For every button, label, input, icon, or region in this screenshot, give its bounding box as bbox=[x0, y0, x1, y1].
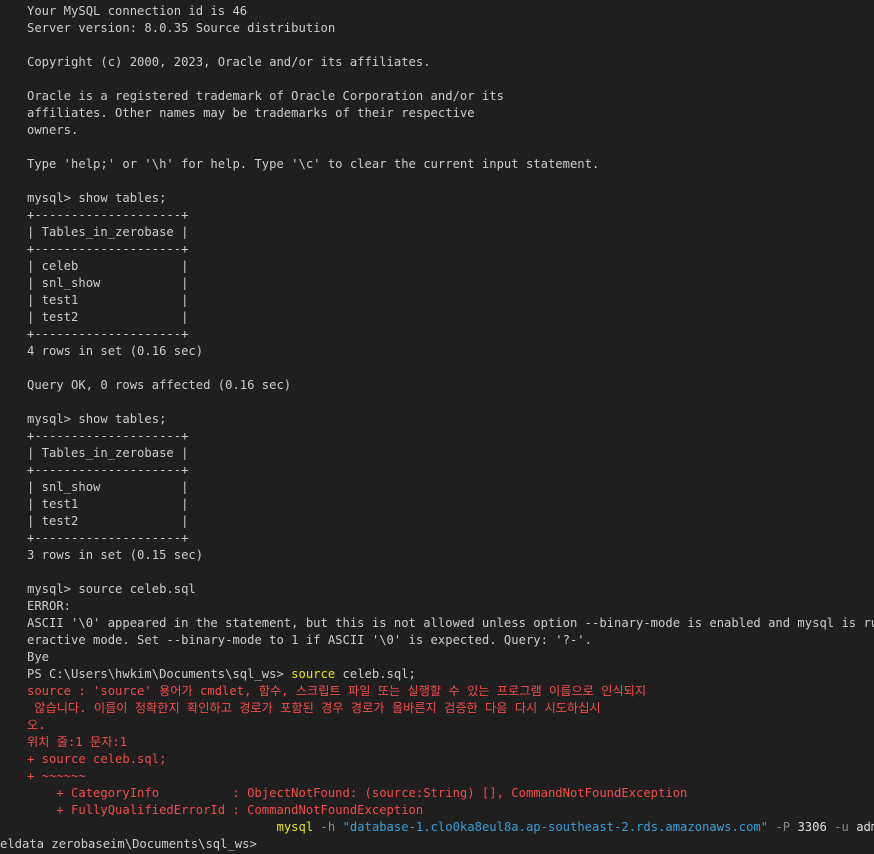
mysql-program: mysql bbox=[276, 820, 314, 834]
banner-line: Type 'help;' or '\h' for help. Type '\c'… bbox=[27, 157, 600, 171]
host-string: "database-1.clo0ka8eul8a.ap-southeast-2.… bbox=[342, 820, 769, 834]
error-line: 않습니다. 이름이 정확한지 확인하고 경로가 포함된 경우 경로가 올바른지 … bbox=[27, 701, 601, 715]
error-line: + ~~~~~~ bbox=[27, 769, 86, 783]
banner-line bbox=[27, 139, 874, 156]
output-line: +--------------------+ bbox=[27, 242, 189, 256]
output-line: | test1 | bbox=[27, 293, 189, 307]
banner-line: Server version: 8.0.35 Source distributi… bbox=[27, 21, 336, 35]
output-line: mysql> show tables; bbox=[27, 191, 167, 205]
user-value: admin bbox=[856, 820, 874, 834]
error-line: source : 'source' 용어가 cmdlet, 함수, 스크립트 파… bbox=[27, 684, 647, 698]
banner-line: Oracle is a registered trademark of Orac… bbox=[27, 89, 504, 103]
banner-line bbox=[27, 173, 874, 190]
flag-u: -u bbox=[826, 820, 857, 834]
powershell-error-block: source : 'source' 용어가 cmdlet, 함수, 스크립트 파… bbox=[27, 683, 874, 785]
output-line: +--------------------+ bbox=[27, 531, 189, 545]
output-line: +--------------------+ bbox=[27, 463, 189, 477]
banner-line: Copyright (c) 2000, 2023, Oracle and/or … bbox=[27, 55, 431, 69]
banner-line bbox=[27, 37, 874, 54]
output-line: +--------------------+ bbox=[27, 327, 189, 341]
command-keyword: source bbox=[291, 667, 336, 681]
output-line: eractive mode. Set --binary-mode to 1 if… bbox=[27, 633, 592, 647]
banner-line bbox=[27, 71, 874, 88]
current-prompt: eldata zerobaseim\Documents\sql_ws> bbox=[0, 837, 265, 851]
flag-h: -h bbox=[313, 820, 343, 834]
flag-p: -P bbox=[768, 820, 798, 834]
command-argument: celeb.sql; bbox=[335, 667, 416, 681]
output-line: mysql> source celeb.sql bbox=[27, 582, 196, 596]
category-info-line: + CategoryInfo : ObjectNotFound: (source… bbox=[27, 786, 688, 800]
current-prompt-line[interactable]: eldata zerobaseim\Documents\sql_ws> bbox=[0, 834, 874, 854]
output-line: | test2 | bbox=[27, 310, 189, 324]
output-line: Bye bbox=[27, 650, 50, 664]
source-error-output: mysql> source celeb.sql ERROR: ASCII '\0' … bbox=[27, 581, 874, 666]
output-line: +--------------------+ bbox=[27, 208, 189, 222]
output-line: | snl_show | bbox=[27, 276, 189, 290]
terminal-window[interactable]: Your MySQL connection id is 46 Server ver… bbox=[0, 0, 874, 854]
output-line: | snl_show | bbox=[27, 480, 189, 494]
mysql-welcome-banner: Your MySQL connection id is 46 Server ver… bbox=[27, 3, 874, 190]
output-line: mysql> show tables; bbox=[27, 412, 167, 426]
error-line: 위치 줄:1 문자:1 bbox=[27, 735, 128, 749]
output-line: | test2 | bbox=[27, 514, 189, 528]
error-line: + source celeb.sql; bbox=[27, 752, 167, 766]
output-line: ERROR: bbox=[27, 599, 72, 613]
output-line: 4 rows in set (0.16 sec) bbox=[27, 344, 204, 358]
banner-line: owners. bbox=[27, 123, 79, 137]
output-line: +--------------------+ bbox=[27, 429, 189, 443]
output-line: ASCII '\0' appeared in the statement, bu… bbox=[27, 616, 874, 630]
output-line: | test1 | bbox=[27, 497, 189, 511]
fully-qualified-error-line: + FullyQualifiedErrorId : CommandNotFoun… bbox=[27, 803, 424, 817]
banner-line: Your MySQL connection id is 46 bbox=[27, 4, 248, 18]
output-line: 3 rows in set (0.15 sec) bbox=[27, 548, 204, 562]
show-tables-output-1: mysql> show tables; +--------------------… bbox=[27, 190, 874, 411]
output-line: | Tables_in_zerobase | bbox=[27, 225, 189, 239]
output-line: Query OK, 0 rows affected (0.16 sec) bbox=[27, 378, 292, 392]
banner-line: affiliates. Other names may be trademark… bbox=[27, 106, 475, 120]
error-line: 오. bbox=[27, 718, 46, 732]
output-line: | celeb | bbox=[27, 259, 189, 273]
powershell-prompt-line: PS C:\Users\hwkim\Documents\sql_ws> sour… bbox=[27, 666, 874, 683]
powershell-prompt: PS C:\Users\hwkim\Documents\sql_ws> bbox=[27, 667, 292, 681]
output-line: | Tables_in_zerobase | bbox=[27, 446, 189, 460]
port-value: 3306 bbox=[797, 820, 827, 834]
show-tables-output-2: mysql> show tables; +--------------------… bbox=[27, 411, 874, 581]
